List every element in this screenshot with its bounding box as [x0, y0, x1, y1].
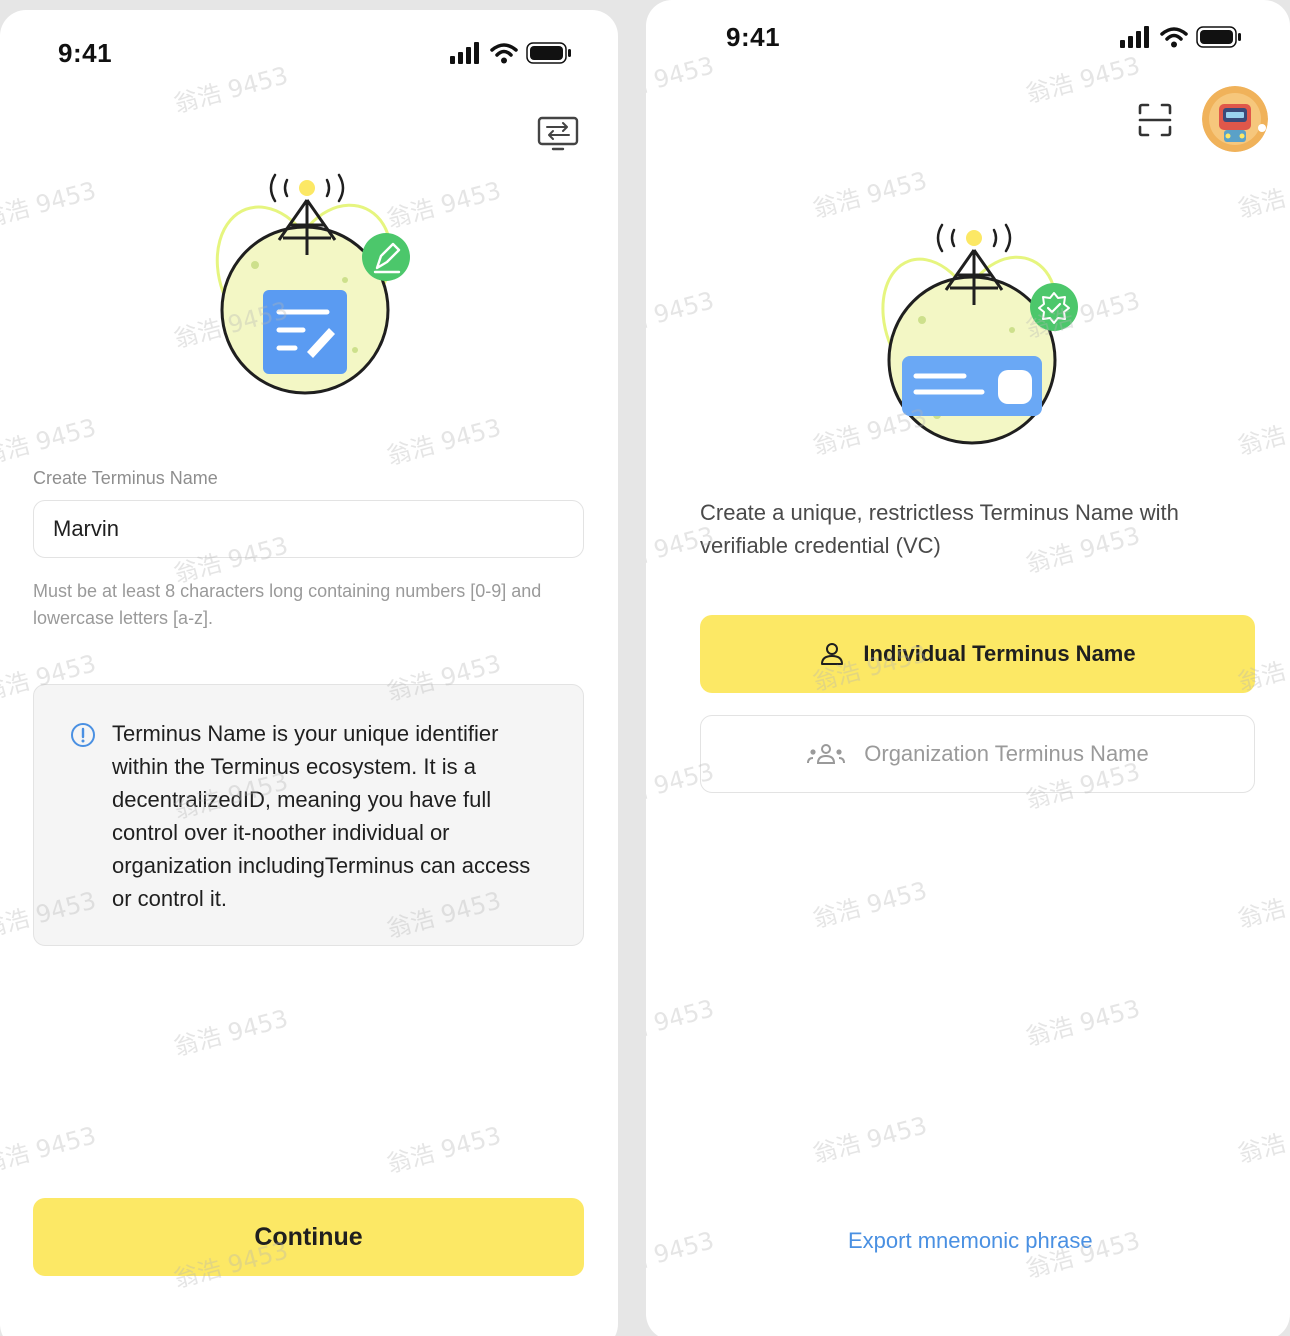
export-mnemonic-link[interactable]: Export mnemonic phrase	[848, 1228, 1093, 1254]
terminus-name-illustration	[215, 173, 410, 395]
watermark: 翁浩 9453	[646, 286, 718, 344]
individual-name-label: Individual Terminus Name	[863, 641, 1136, 666]
terminus-name-input[interactable]	[33, 500, 584, 558]
battery-icon	[526, 42, 571, 64]
organization-name-label: Organization Terminus Name	[864, 741, 1149, 766]
person-icon	[821, 643, 844, 665]
watermark: 翁浩 9453	[646, 51, 718, 109]
watermark: 翁浩 9453	[1023, 994, 1144, 1052]
individual-name-button[interactable]: Individual Terminus Name	[700, 615, 1255, 693]
create-name-screen: 9:41 Create Terminus Name Must be at lea…	[0, 10, 618, 1336]
info-text: Terminus Name is your unique identifier …	[112, 721, 531, 911]
watermark: 翁浩 9453	[810, 876, 931, 934]
continue-button[interactable]: Continue	[33, 1198, 584, 1276]
name-type-screen: 9:41 Create a unique, restrictless Termi	[646, 0, 1290, 1336]
wifi-icon	[490, 43, 518, 64]
watermark: 翁浩 9453	[1235, 166, 1290, 224]
scan-icon[interactable]	[1137, 102, 1173, 138]
info-icon	[71, 723, 95, 747]
status-time: 9:41	[58, 38, 113, 68]
name-hint: Must be at least 8 characters long conta…	[33, 581, 542, 628]
watermark: 翁浩 9453	[171, 61, 292, 119]
vc-illustration	[881, 223, 1078, 445]
status-icons	[450, 42, 572, 64]
watermark: 翁浩 9453	[1235, 403, 1290, 461]
field-label: Create Terminus Name	[33, 468, 218, 488]
battery-icon	[1196, 26, 1241, 48]
avatar[interactable]	[1202, 86, 1268, 152]
signal-icon	[1120, 26, 1149, 48]
status-icons	[1120, 26, 1242, 48]
watermark: 翁浩 9453	[646, 994, 718, 1052]
watermark: 翁浩 9453	[1235, 1111, 1290, 1169]
signal-icon	[450, 42, 479, 64]
watermark: 翁浩 9453	[0, 176, 100, 234]
status-time: 9:41	[726, 22, 781, 52]
organization-name-button[interactable]: Organization Terminus Name	[700, 715, 1255, 793]
watermark: 翁浩 9453	[1235, 876, 1290, 934]
watermark: 翁浩 9453	[646, 1226, 718, 1284]
info-box: Terminus Name is your unique identifier …	[33, 684, 584, 946]
description: Create a unique, restrictless Terminus N…	[700, 500, 1179, 558]
watermark: 翁浩 9453	[171, 1004, 292, 1062]
watermark: 翁浩 9453	[810, 1111, 931, 1169]
wifi-icon	[1160, 27, 1188, 48]
watermark: 翁浩 9453	[0, 413, 100, 471]
keyboard-switch-icon[interactable]	[537, 116, 579, 152]
group-icon	[807, 744, 846, 764]
watermark: 翁浩 9453	[384, 1121, 505, 1179]
watermark: 翁浩 9453	[0, 1121, 100, 1179]
watermark: 翁浩 9453	[384, 413, 505, 471]
watermark: 翁浩 9453	[1023, 51, 1144, 109]
